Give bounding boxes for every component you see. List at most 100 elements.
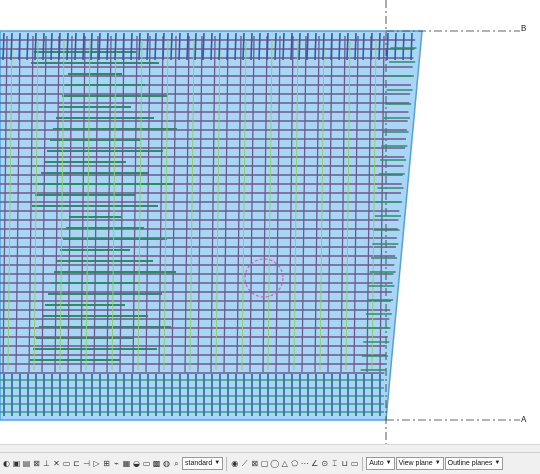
- edge-rebar-top: [146, 32, 149, 61]
- edge-rebar-top: [34, 32, 37, 61]
- edge-rebar-top: [314, 32, 317, 61]
- snap-end-icon[interactable]: ▣: [12, 458, 21, 469]
- edge-rebar-top: [394, 32, 397, 61]
- edge-rebar-top: [258, 32, 261, 61]
- select-rebar-icon[interactable]: ▦: [122, 458, 131, 469]
- edge-rebar-top: [106, 32, 109, 61]
- edge-rebar-top: [18, 32, 21, 61]
- edge-rebar-top: [330, 32, 333, 61]
- edge-rebar-top: [234, 32, 237, 61]
- edge-rebar-top: [186, 32, 189, 61]
- toolbar-separator: [226, 456, 228, 471]
- grid-label-bottom: A: [521, 415, 527, 424]
- edge-rebar-top: [298, 32, 301, 61]
- select-point-icon[interactable]: ⌕: [172, 458, 181, 469]
- edge-rebar-top: [210, 32, 213, 61]
- edge-rebar-top: [242, 32, 245, 61]
- snap-center-icon[interactable]: ✕: [52, 458, 61, 469]
- edge-rebar-top: [122, 32, 125, 61]
- triangle-icon[interactable]: △: [280, 458, 289, 469]
- edge-rebar-top: [170, 32, 173, 61]
- outline-planes-value: Outline planes: [447, 460, 493, 467]
- edge-rebar-top: [226, 32, 229, 61]
- edge-rebar-top: [114, 32, 117, 61]
- edge-rebar-top: [66, 32, 69, 61]
- rebar-group-icon[interactable]: ⟋: [240, 458, 249, 469]
- select-box2-icon[interactable]: ▢: [260, 458, 269, 469]
- edge-rebar-top: [402, 32, 405, 61]
- model-viewport[interactable]: B A: [0, 0, 540, 444]
- select-part-icon[interactable]: ⌁: [112, 458, 121, 469]
- edge-rebar-top: [282, 32, 285, 61]
- snap-nearest-icon[interactable]: ▭: [62, 458, 71, 469]
- edge-rebar-top: [290, 32, 293, 61]
- snap-mid-icon[interactable]: ▤: [22, 458, 31, 469]
- plane-auto-value: Auto: [369, 460, 384, 467]
- edge-rebar-top: [346, 32, 349, 61]
- select-box-icon[interactable]: ⊠: [250, 458, 259, 469]
- select-view-icon[interactable]: ◍: [162, 458, 171, 469]
- chevron-down-icon: ▼: [434, 460, 441, 466]
- ortho-icon[interactable]: ◯: [270, 458, 279, 469]
- grid-label-top: B: [521, 24, 527, 33]
- chevron-down-icon: ▼: [385, 460, 392, 466]
- edge-rebar-top: [178, 32, 181, 61]
- view-plane-value: View plane: [398, 460, 433, 467]
- edge-rebar-top: [370, 32, 373, 61]
- measure-icon[interactable]: ⋯: [300, 458, 309, 469]
- toolbar-separator: [362, 456, 364, 471]
- edge-rebar-top: [250, 32, 253, 61]
- edge-rebar-top: [162, 32, 165, 61]
- edge-rebar-top: [2, 32, 5, 61]
- pin-icon[interactable]: ⊔: [340, 458, 349, 469]
- edge-rebar-top: [362, 32, 365, 61]
- chevron-down-icon: ▼: [494, 460, 501, 466]
- snap-line-icon[interactable]: ⊏: [72, 458, 81, 469]
- label-icon[interactable]: ▭: [350, 458, 359, 469]
- snap-free-icon[interactable]: ⊣: [82, 458, 91, 469]
- chevron-down-icon: ▼: [214, 460, 221, 466]
- snap-grid-icon[interactable]: ◐: [2, 458, 11, 469]
- edge-rebar-top: [154, 32, 157, 61]
- view-type-select[interactable]: standard ▼: [182, 457, 224, 470]
- point-icon[interactable]: ⌶: [330, 458, 339, 469]
- snap-intersection-icon[interactable]: ⊠: [32, 458, 41, 469]
- edge-rebar-top: [194, 32, 197, 61]
- edge-rebar-top: [378, 32, 381, 61]
- snap-extension-icon[interactable]: ▷: [92, 458, 101, 469]
- outline-planes-select[interactable]: Outline planes ▼: [444, 457, 504, 470]
- circle-icon[interactable]: ◉: [230, 458, 239, 469]
- edge-rebar-top: [82, 32, 85, 61]
- bottom-toolbar: ◐ ▣ ▤ ⊠ ⊥ ✕ ▭ ⊏ ⊣ ▷ ⊞ ⌁ ▦ ◒ ▭ ▩ ◍ ⌕ standard ▼ ◉ ⟋ ⊠ ▢ ◯ △ ⬠ ⋯ ∠ ⊙…: [0, 452, 540, 474]
- edge-rebar-top: [50, 32, 53, 61]
- view-plane-select[interactable]: View plane ▼: [395, 457, 444, 470]
- edge-rebar-top: [202, 32, 205, 61]
- polygon-icon[interactable]: ⬠: [290, 458, 299, 469]
- edge-rebar-top: [10, 32, 13, 61]
- edge-rebar-top: [42, 32, 45, 61]
- snap-perpendicular-icon[interactable]: ⊥: [42, 458, 51, 469]
- edge-rebar-top: [26, 32, 29, 61]
- select-grid-icon[interactable]: ▩: [152, 458, 161, 469]
- edge-rebar-top: [138, 32, 141, 61]
- edge-rebar-top: [58, 32, 61, 61]
- edge-rebar-top: [98, 32, 101, 61]
- radius-icon[interactable]: ⊙: [320, 458, 329, 469]
- edge-rebar-top: [410, 32, 413, 61]
- edge-rebar-top: [130, 32, 133, 61]
- edge-rebar-top: [274, 32, 277, 61]
- edge-rebar-top: [306, 32, 309, 61]
- edge-rebar-top: [266, 32, 269, 61]
- edge-rebar-top: [322, 32, 325, 61]
- view-type-select-value: standard: [185, 460, 213, 467]
- plane-auto-select[interactable]: Auto ▼: [366, 457, 395, 470]
- edge-rebar-top: [338, 32, 341, 61]
- edge-rebar-top: [74, 32, 77, 61]
- edge-rebar-top: [218, 32, 221, 61]
- select-cut-icon[interactable]: ▭: [142, 458, 151, 469]
- angle-icon[interactable]: ∠: [310, 458, 319, 469]
- select-all-icon[interactable]: ⊞: [102, 458, 111, 469]
- model-drawing[interactable]: [0, 0, 540, 444]
- edge-rebar-top: [90, 32, 93, 61]
- select-weld-icon[interactable]: ◒: [132, 458, 141, 469]
